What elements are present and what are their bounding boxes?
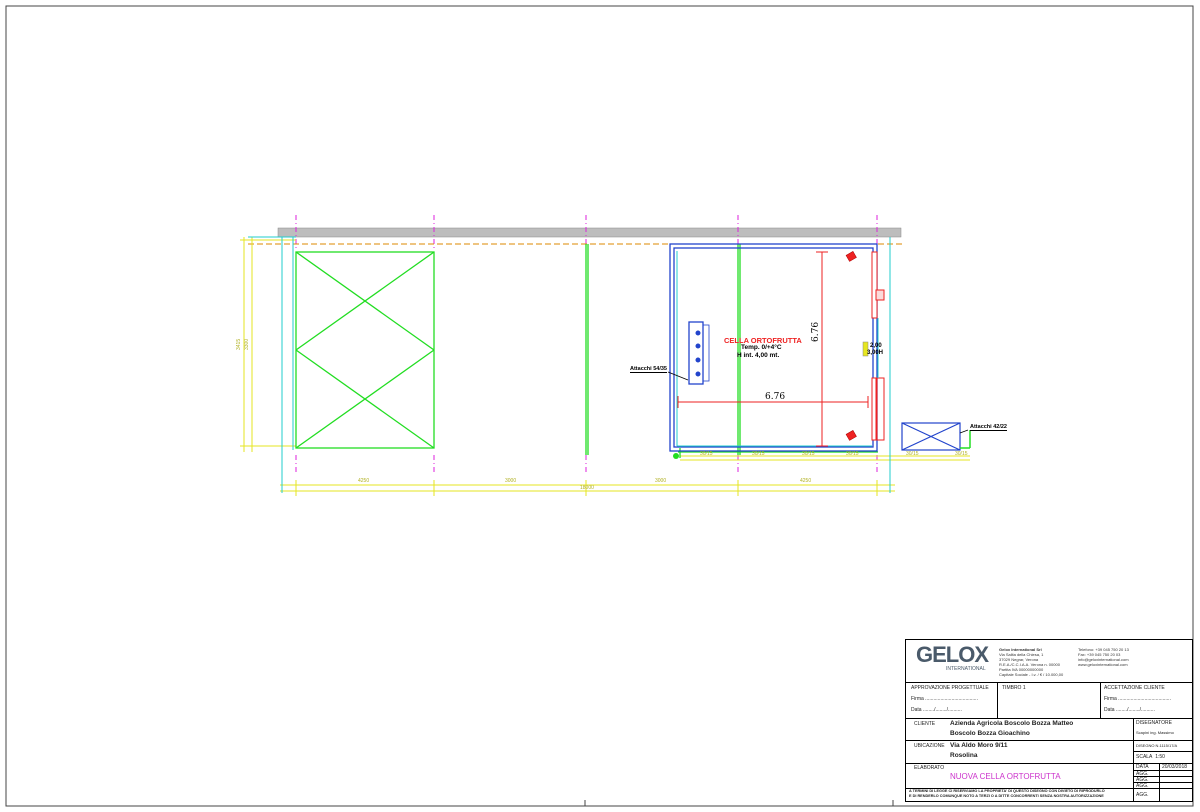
company-info: Gelox International Srl Via Salita della… [999, 647, 1063, 677]
legal-line2: E DI RENDERLO COMUNQUE NOTO A TERZI O A … [909, 794, 1104, 798]
elaborato-label: ELABORATO [914, 765, 945, 771]
cliente-line2: Boscolo Bozza Gioachino [950, 730, 1030, 737]
svg-text:3000: 3000 [505, 478, 516, 484]
cell-height: H int. 4,00 mt. [737, 352, 780, 359]
disegnatore-label: DISEGNATORE [1136, 720, 1172, 726]
ubicazione-line2: Rosolina [950, 752, 978, 759]
small-dim-labels: 4250 3000 3000 4250 18000 3415 3300 30/1… [236, 339, 968, 491]
data-right: Data ......../......../.......... [1104, 707, 1155, 713]
dim-depth-label: 6.76 [811, 321, 821, 342]
svg-text:30/15: 30/15 [802, 451, 815, 457]
firma-right: Firma ..................................… [1104, 696, 1171, 702]
condensing-unit [901, 422, 961, 451]
title-block: GELOX INTERNATIONAL Gelox International … [905, 639, 1193, 802]
evaporator-unit [688, 321, 710, 385]
accettazione-label: ACCETTAZIONE CLIENTE [1104, 685, 1165, 691]
svg-text:30/15: 30/15 [906, 451, 919, 457]
disegno-label: DISEGNO N.1115/17/A [1136, 743, 1178, 748]
green-structure [295, 244, 878, 458]
contact-line: www.geloxinternational.com [1078, 662, 1128, 667]
data-left: Data ......../......../.......... [911, 707, 962, 713]
svg-text:4250: 4250 [800, 478, 811, 484]
elaborato-value: NUOVA CELLA ORTOFRUTTA [950, 772, 1061, 781]
connection-left-label: Attacchi 54/35 [630, 366, 667, 373]
approvazione-label: APPROVAZIONE PROGETTUALE [911, 685, 989, 691]
cliente-line1: Azienda Agricola Boscolo Bozza Matteo [950, 720, 1074, 727]
company-line: Capitale Sociale - I.v. / € / 10.000,00 [999, 672, 1064, 677]
svg-text:30/15: 30/15 [700, 451, 713, 457]
door-height-label: 3,00H [867, 350, 884, 356]
timbro-label: TIMBRO 1 [1002, 685, 1026, 691]
yellow-dimensions [240, 237, 970, 496]
axis-markers [248, 215, 905, 472]
disegnatore-value: Scapini ing. Massimo [1136, 730, 1174, 735]
ubicazione-label: UBICAZIONE [914, 743, 945, 749]
cyan-guides [248, 236, 891, 493]
dim-width-label: 6.76 [765, 392, 786, 402]
svg-text:3415: 3415 [236, 339, 242, 350]
svg-text:30/15: 30/15 [752, 451, 765, 457]
svg-text:3000: 3000 [655, 478, 666, 484]
svg-text:3300: 3300 [244, 339, 250, 350]
existing-wall [277, 227, 902, 238]
agg-4: AGG. [1136, 792, 1149, 798]
logo-sub: INTERNATIONAL [946, 666, 986, 672]
logo-text: GELOX [916, 642, 989, 667]
company-logo: GELOX INTERNATIONAL [916, 642, 989, 673]
svg-text:4250: 4250 [358, 478, 369, 484]
svg-text:30/15: 30/15 [955, 451, 968, 457]
legal-line1: A TERMINI DI LEGGE CI RISERVIAMO LA PROP… [909, 789, 1105, 793]
svg-text:18000: 18000 [580, 485, 594, 491]
firma-left: Firma ..................................… [911, 696, 978, 702]
door-width-label: 2,00 [870, 343, 882, 349]
red-devices [845, 251, 857, 441]
scala-label: SCALA 1:50 [1136, 754, 1165, 760]
contact-info: Telefono: +39 045 750 20 13 Fax: +39 045… [1078, 647, 1129, 667]
connection-right-label: Attacchi 42/22 [970, 424, 1007, 431]
svg-text:30/15: 30/15 [846, 451, 859, 457]
cliente-label: CLIENTE [914, 721, 936, 727]
ubicazione-line1: Via Aldo Moro 9/11 [950, 742, 1008, 749]
cell-temp: Temp. 0/+4°C [741, 344, 782, 351]
valve-icon [673, 453, 679, 459]
